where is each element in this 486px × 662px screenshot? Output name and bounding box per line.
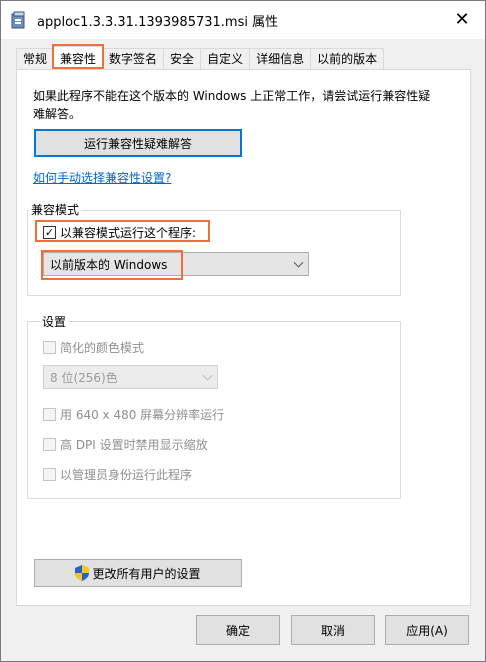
dpi-row[interactable]: 高 DPI 设置时禁用显示缩放 [43,436,208,453]
cancel-button[interactable]: 取消 [291,615,375,645]
troubleshoot-button[interactable]: 运行兼容性疑难解答 [34,129,242,157]
chevron-down-icon [293,257,304,268]
tab-digital-signatures[interactable]: 数字签名 [102,48,165,70]
tab-strip: 常规 兼容性 数字签名 安全 自定义 详细信息 以前的版本 [16,44,385,70]
manual-settings-link[interactable]: 如何手动选择兼容性设置? [33,169,171,186]
tab-custom[interactable]: 自定义 [200,48,251,70]
tab-details[interactable]: 详细信息 [249,48,312,70]
compat-mode-legend: 兼容模式 [29,201,82,218]
tab-label: 数字签名 [109,52,158,66]
change-all-users-button[interactable]: 更改所有用户的设置 [34,559,242,587]
change-all-users-label: 更改所有用户的设置 [92,566,201,581]
compatibility-panel: 如果此程序不能在这个版本的 Windows 上正常工作，请尝试运行兼容性疑难解答… [16,69,471,606]
resolution-checkbox[interactable] [43,408,56,421]
compat-mode-checkbox-row[interactable]: ✓ 以兼容模式运行这个程序: [43,224,196,241]
os-version-value: 以前版本的 Windows [50,257,168,272]
uac-shield-icon [75,565,90,581]
tab-label: 安全 [170,52,195,66]
title-bar[interactable]: apploc1.3.3.31.1393985731.msi 属性 ✕ [1,1,485,39]
reduced-color-row[interactable]: 简化的颜色模式 [43,339,144,356]
tab-general[interactable]: 常规 [16,48,55,70]
admin-row[interactable]: 以管理员身份运行此程序 [43,466,192,483]
resolution-row[interactable]: 用 640 x 480 屏幕分辨率运行 [43,406,224,423]
window-title: apploc1.3.3.31.1393985731.msi 属性 [37,15,279,30]
compat-description: 如果此程序不能在这个版本的 Windows 上正常工作，请尝试运行兼容性疑难解答… [33,89,431,121]
admin-checkbox[interactable] [43,468,56,481]
resolution-label: 用 640 x 480 屏幕分辨率运行 [60,408,225,422]
chevron-down-icon [202,370,213,381]
compat-mode-checkbox-label: 以兼容模式运行这个程序: [60,226,197,240]
close-button[interactable]: ✕ [439,1,485,37]
apply-button-label: 应用(A) [406,623,448,638]
dpi-checkbox[interactable] [43,438,56,451]
close-icon: ✕ [454,8,470,30]
tab-previous-versions[interactable]: 以前的版本 [310,48,385,70]
dpi-label: 高 DPI 设置时禁用显示缩放 [60,438,208,452]
color-depth-select[interactable]: 8 位(256)色 [43,365,218,389]
apply-button[interactable]: 应用(A) [385,615,469,645]
os-version-select[interactable]: 以前版本的 Windows [43,252,309,276]
msi-file-icon [11,11,25,29]
tab-security[interactable]: 安全 [163,48,202,70]
tab-label: 兼容性 [60,52,97,66]
cancel-button-label: 取消 [320,623,345,638]
tab-label: 常规 [23,52,48,66]
properties-dialog: apploc1.3.3.31.1393985731.msi 属性 ✕ 常规 兼容… [0,0,486,662]
settings-legend: 设置 [40,313,69,330]
ok-button[interactable]: 确定 [196,615,280,645]
tab-label: 自定义 [207,52,244,66]
troubleshoot-button-label: 运行兼容性疑难解答 [83,136,192,151]
reduced-color-checkbox[interactable] [43,341,56,354]
compat-mode-checkbox[interactable]: ✓ [43,226,56,239]
checkmark-icon: ✓ [44,226,55,239]
color-depth-value: 8 位(256)色 [50,370,118,385]
ok-button-label: 确定 [225,623,250,638]
reduced-color-label: 简化的颜色模式 [60,341,145,355]
admin-label: 以管理员身份运行此程序 [60,468,193,482]
tab-label: 详细信息 [256,52,305,66]
tab-compatibility[interactable]: 兼容性 [52,44,105,69]
tab-label: 以前的版本 [317,52,378,66]
